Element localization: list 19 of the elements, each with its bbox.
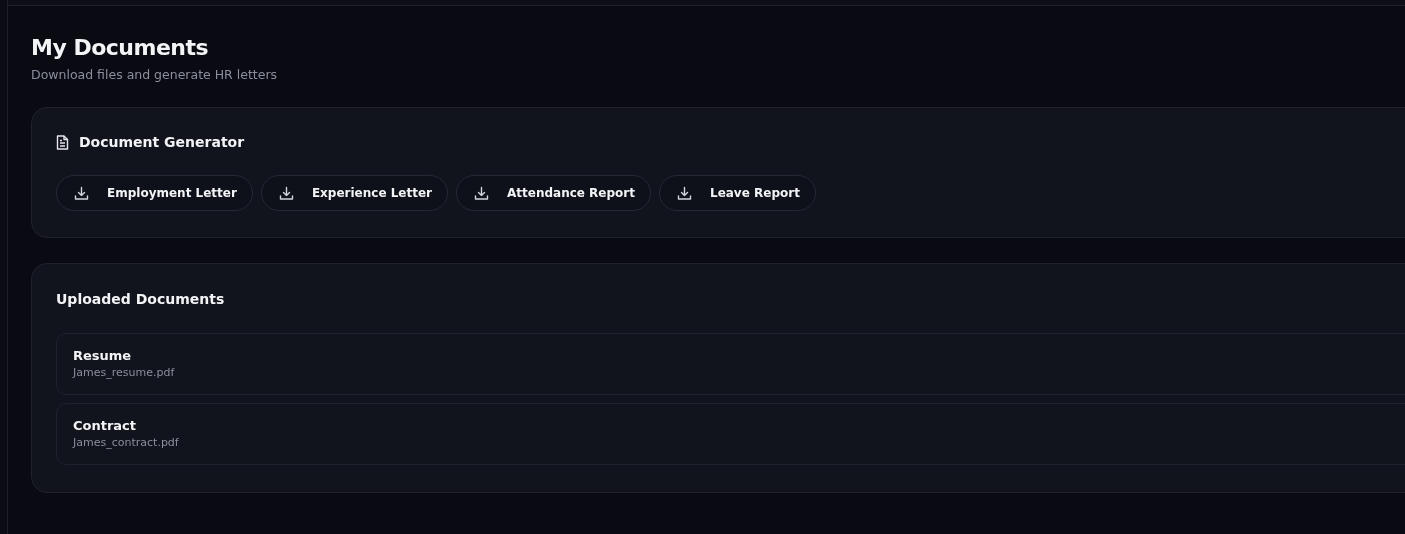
card-title: Document Generator <box>79 134 245 150</box>
page-title: My Documents <box>31 34 210 62</box>
document-name: Contract <box>73 418 138 433</box>
generate-button[interactable]: Employment Letter <box>56 175 253 211</box>
card-title: Uploaded Documents <box>56 291 226 307</box>
download-icon <box>677 185 692 201</box>
document-name: Resume <box>73 348 133 363</box>
file-name: James_resume.pdf <box>73 366 176 379</box>
download-icon <box>278 185 294 201</box>
download-icon <box>474 185 489 201</box>
file-name: James_contract.pdf <box>73 436 180 449</box>
generate-button[interactable]: Leave Report <box>659 175 816 211</box>
generate-button[interactable]: Attendance Report <box>456 175 651 211</box>
document-icon <box>56 134 69 150</box>
generate-button[interactable]: Experience Letter <box>260 175 448 211</box>
document-row[interactable]: Resume James_resume.pdf <box>56 333 1405 395</box>
document-row[interactable]: Contract James_contract.pdf <box>56 403 1405 465</box>
page-subtitle: Download files and generate HR letters <box>31 67 279 82</box>
download-icon <box>74 185 89 201</box>
